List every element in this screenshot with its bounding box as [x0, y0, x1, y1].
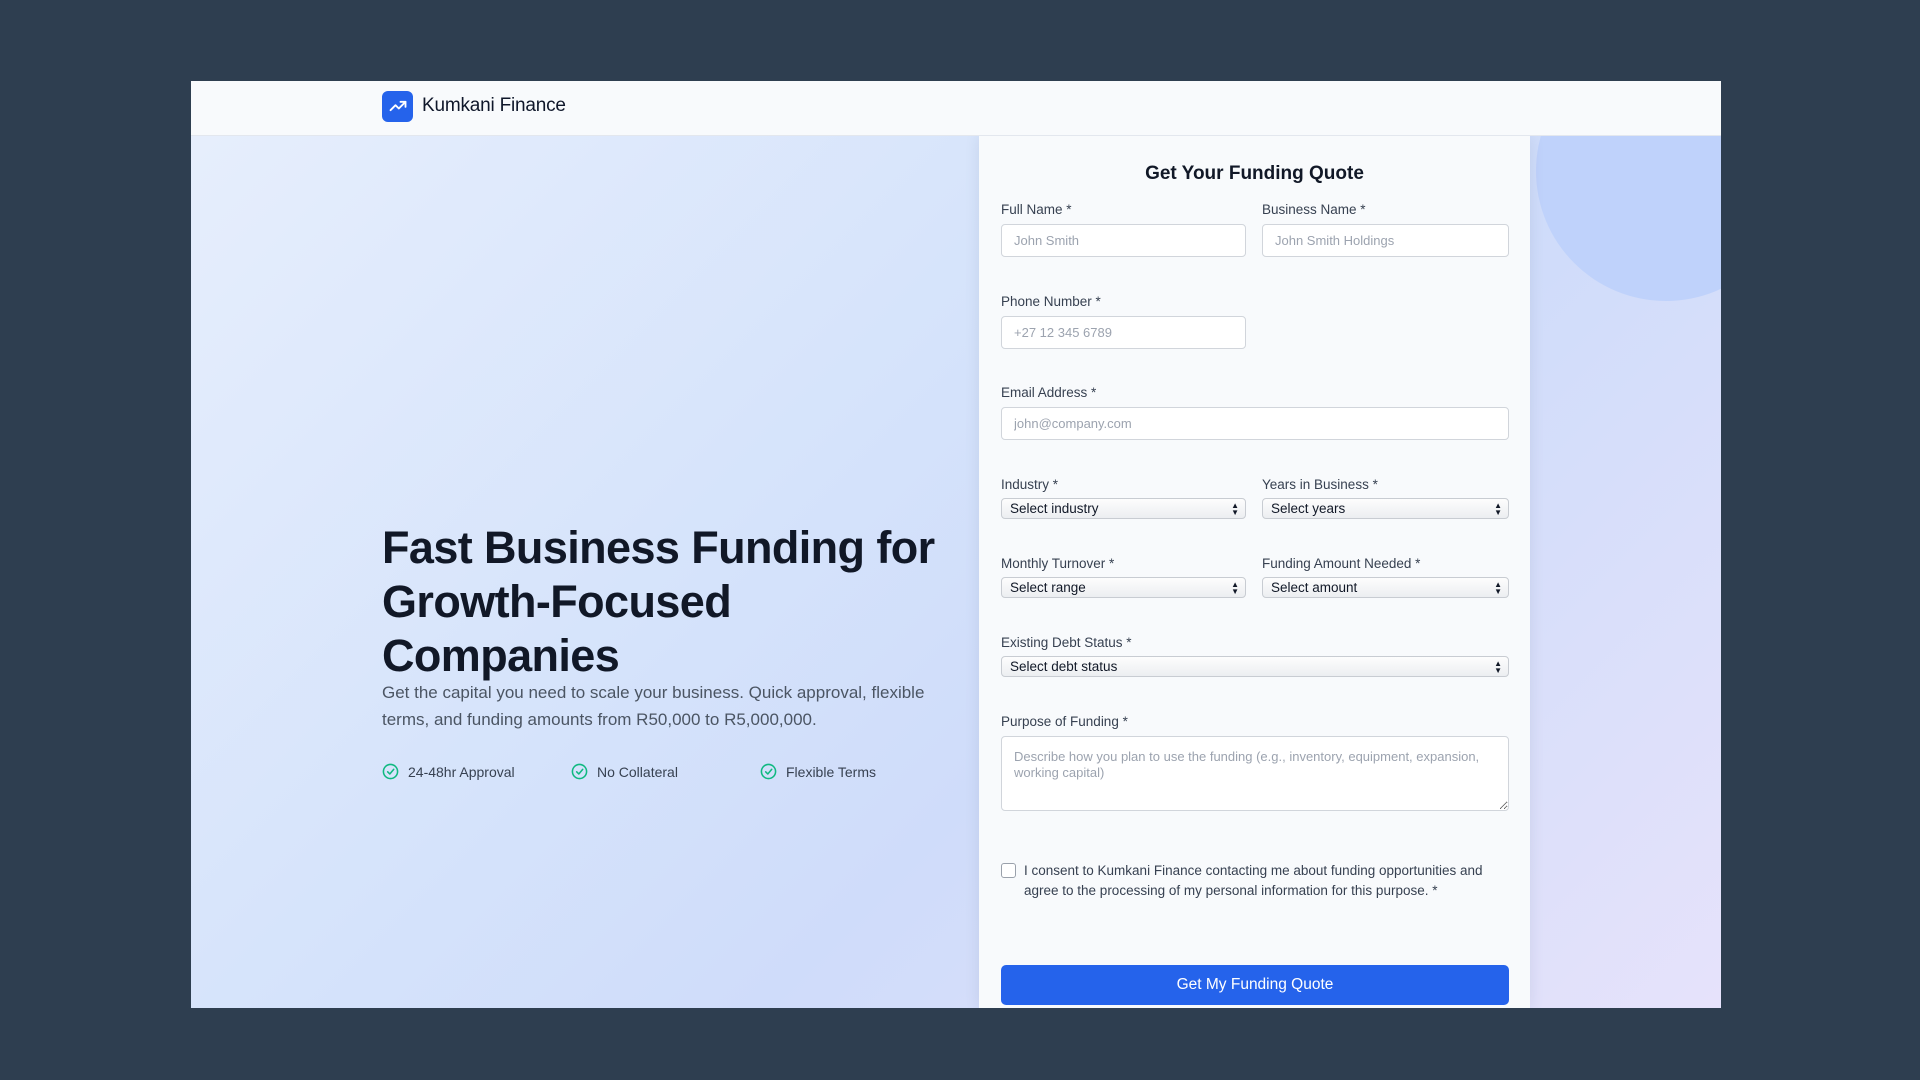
feature-item: 24-48hr Approval — [382, 763, 515, 780]
debt-label: Existing Debt Status * — [1001, 635, 1132, 650]
business-name-input[interactable] — [1262, 224, 1509, 257]
purpose-textarea[interactable] — [1001, 736, 1509, 811]
years-select[interactable]: Select years ▲ ▼ — [1262, 498, 1509, 519]
hero-subtext: Get the capital you need to scale your b… — [382, 683, 925, 729]
industry-label: Industry * — [1001, 477, 1059, 492]
select-arrows-icon: ▲ ▼ — [1494, 580, 1502, 596]
business-name-label: Business Name * — [1262, 202, 1366, 217]
trending-up-icon — [382, 90, 413, 122]
turnover-label: Monthly Turnover * — [1001, 556, 1115, 571]
turnover-selected: Select range — [1010, 580, 1086, 595]
hero-headline: Fast Business Funding for Growth-Focused… — [382, 522, 935, 681]
industry-select[interactable]: Select industry ▲ ▼ — [1001, 498, 1246, 519]
feature-label: 24-48hr Approval — [408, 763, 515, 780]
feature-label: Flexible Terms — [786, 763, 876, 780]
select-arrows-icon: ▲ ▼ — [1494, 501, 1502, 517]
amount-select[interactable]: Select amount ▲ ▼ — [1262, 577, 1509, 598]
brand-name: Kumkani Finance — [422, 95, 566, 116]
feature-label: No Collateral — [597, 763, 678, 780]
top-navbar: Kumkani Finance — [191, 81, 1721, 136]
industry-selected: Select industry — [1010, 501, 1099, 516]
full-name-label: Full Name * — [1001, 202, 1072, 217]
quote-form-card: Get Your Funding Quote Full Name * Busin… — [979, 136, 1530, 1008]
years-selected: Select years — [1271, 501, 1346, 516]
email-input[interactable] — [1001, 407, 1509, 440]
turnover-select[interactable]: Select range ▲ ▼ — [1001, 577, 1246, 598]
consent-text: I consent to Kumkani Finance contacting … — [1024, 863, 1483, 898]
amount-selected: Select amount — [1271, 580, 1358, 595]
browser-window: Kumkani Finance Fast Business Funding fo… — [191, 81, 1721, 1008]
amount-label: Funding Amount Needed * — [1262, 556, 1421, 571]
email-label: Email Address * — [1001, 385, 1097, 400]
feature-item: Flexible Terms — [760, 763, 876, 780]
years-label: Years in Business * — [1262, 477, 1378, 492]
check-circle-icon — [382, 763, 399, 780]
debt-selected: Select debt status — [1010, 659, 1118, 674]
debt-select[interactable]: Select debt status ▲ ▼ — [1001, 656, 1509, 677]
hero-section: Fast Business Funding for Growth-Focused… — [191, 81, 1721, 1008]
phone-input[interactable] — [1001, 316, 1246, 349]
feature-item: No Collateral — [571, 763, 678, 780]
check-circle-icon — [571, 763, 588, 780]
select-arrows-icon: ▲ ▼ — [1231, 501, 1239, 517]
phone-label: Phone Number * — [1001, 294, 1101, 309]
check-circle-icon — [760, 763, 777, 780]
form-title: Get Your Funding Quote — [1145, 163, 1364, 184]
select-arrows-icon: ▲ ▼ — [1231, 580, 1239, 596]
select-arrows-icon: ▲ ▼ — [1494, 659, 1502, 675]
purpose-label: Purpose of Funding * — [1001, 714, 1128, 729]
brand[interactable]: Kumkani Finance — [382, 90, 566, 122]
full-name-input[interactable] — [1001, 224, 1246, 257]
consent-checkbox[interactable] — [1001, 863, 1016, 878]
submit-quote-button[interactable]: Get My Funding Quote — [1001, 965, 1509, 1005]
